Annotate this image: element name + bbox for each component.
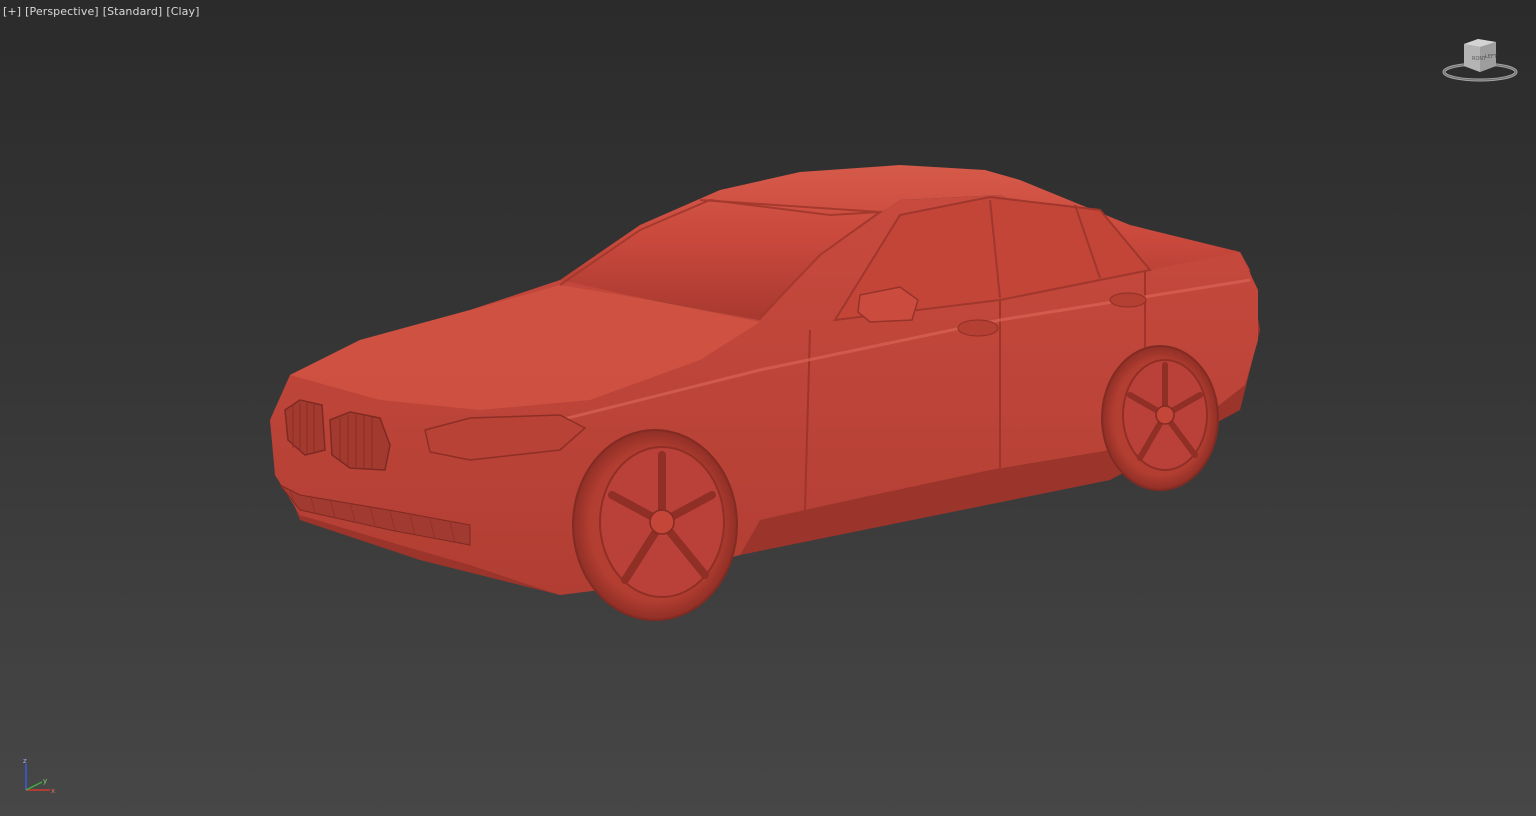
axis-z-label: z [23, 757, 27, 765]
car-model[interactable] [0, 0, 1536, 816]
axis-tripod-icon: z x y [23, 757, 55, 795]
axis-y-label: y [43, 777, 47, 785]
axis-x-label: x [51, 787, 55, 795]
perspective-viewport[interactable]: [+] [Perspective] [Standard] [Clay] RONT… [0, 0, 1536, 816]
